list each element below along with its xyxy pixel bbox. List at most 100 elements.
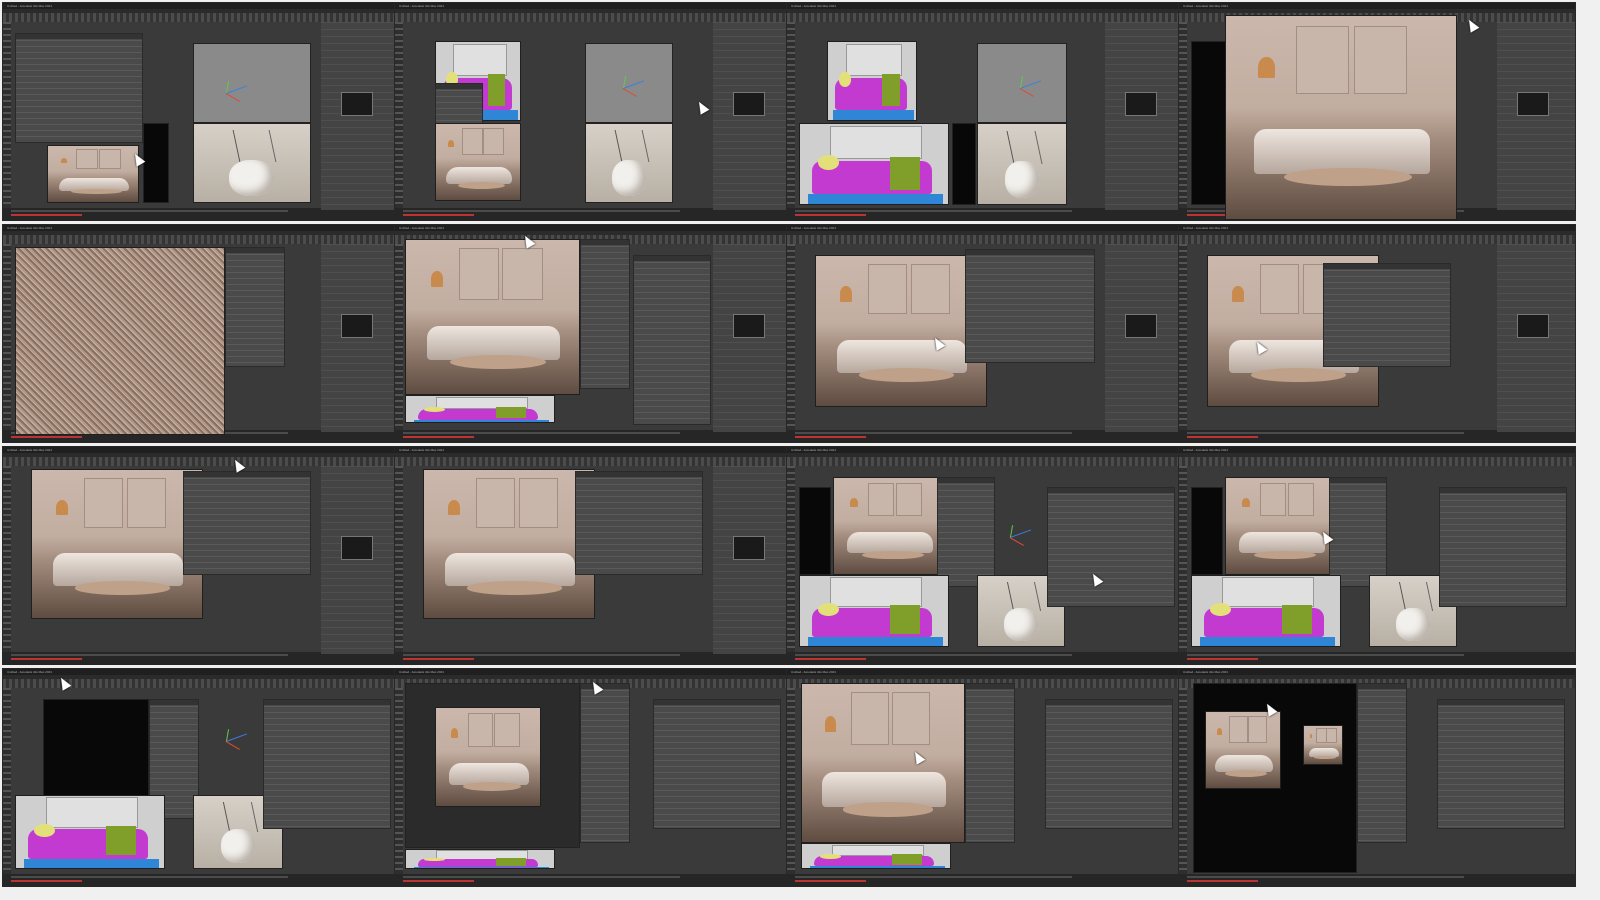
main-toolbar[interactable] bbox=[3, 457, 399, 466]
left-tool-strip[interactable] bbox=[787, 22, 795, 210]
render-log-dialog[interactable] bbox=[225, 247, 285, 367]
dialog-titlebar[interactable] bbox=[1048, 488, 1174, 493]
main-toolbar[interactable] bbox=[787, 235, 1183, 244]
dialog-titlebar[interactable] bbox=[184, 472, 310, 477]
dialog-titlebar[interactable] bbox=[264, 700, 390, 705]
dialog-titlebar[interactable] bbox=[634, 256, 710, 261]
command-panel[interactable] bbox=[321, 22, 399, 210]
material-swatch[interactable] bbox=[341, 92, 373, 116]
command-panel[interactable] bbox=[1497, 22, 1575, 210]
left-tool-strip[interactable] bbox=[3, 244, 11, 432]
timeline-slider[interactable] bbox=[403, 876, 681, 878]
left-viewport[interactable] bbox=[799, 487, 831, 575]
command-panel[interactable] bbox=[321, 466, 399, 654]
left-tool-strip[interactable] bbox=[395, 22, 403, 210]
render-setup-dialog[interactable] bbox=[1437, 699, 1565, 829]
left-tool-strip[interactable] bbox=[395, 244, 403, 432]
left-tool-strip[interactable] bbox=[3, 688, 11, 876]
command-panel[interactable] bbox=[1105, 22, 1183, 210]
dialog-titlebar[interactable] bbox=[1324, 264, 1450, 269]
left-viewport[interactable] bbox=[952, 123, 976, 205]
render-info-panel[interactable] bbox=[580, 239, 630, 389]
dialog-titlebar[interactable] bbox=[576, 472, 702, 477]
main-toolbar[interactable] bbox=[3, 235, 399, 244]
dialog-titlebar[interactable] bbox=[1438, 700, 1564, 705]
object-id-mask-viewport[interactable] bbox=[801, 843, 951, 869]
dialog-titlebar[interactable] bbox=[966, 250, 1094, 255]
render-setup-dialog[interactable] bbox=[575, 471, 703, 575]
left-tool-strip[interactable] bbox=[787, 244, 795, 432]
window-controls-icon[interactable] bbox=[1558, 448, 1572, 461]
left-tool-strip[interactable] bbox=[3, 466, 11, 654]
command-panel[interactable] bbox=[1105, 244, 1183, 432]
left-viewport[interactable] bbox=[1191, 41, 1227, 205]
dialog-titlebar[interactable] bbox=[966, 684, 1014, 689]
render-setup-dialog[interactable] bbox=[183, 471, 311, 575]
material-swatch[interactable] bbox=[1517, 314, 1549, 338]
command-panel[interactable] bbox=[713, 466, 791, 654]
timeline-slider[interactable] bbox=[11, 654, 289, 656]
dialog-titlebar[interactable] bbox=[1330, 478, 1386, 483]
left-tool-strip[interactable] bbox=[1179, 466, 1187, 654]
render-setup-dialog[interactable] bbox=[1047, 487, 1175, 607]
command-panel[interactable] bbox=[713, 22, 791, 210]
left-tool-strip[interactable] bbox=[787, 466, 795, 654]
command-panel[interactable] bbox=[713, 244, 791, 432]
main-toolbar[interactable] bbox=[787, 457, 1183, 466]
object-id-mask-viewport[interactable] bbox=[799, 575, 949, 647]
material-swatch[interactable] bbox=[733, 92, 765, 116]
dialog-titlebar[interactable] bbox=[150, 700, 198, 705]
material-swatch[interactable] bbox=[733, 536, 765, 560]
main-toolbar[interactable] bbox=[1179, 235, 1575, 244]
dialog-titlebar[interactable] bbox=[436, 84, 482, 89]
vase-camera-viewport[interactable] bbox=[193, 123, 311, 203]
dialog-titlebar[interactable] bbox=[1358, 684, 1406, 689]
vase-camera-viewport[interactable] bbox=[977, 123, 1067, 205]
dialog-titlebar[interactable] bbox=[654, 700, 780, 705]
left-tool-strip[interactable] bbox=[1179, 688, 1187, 876]
render-info-panel[interactable] bbox=[1357, 683, 1407, 843]
render-setup-dialog[interactable] bbox=[965, 249, 1095, 363]
timeline-slider[interactable] bbox=[1187, 876, 1465, 878]
timeline-slider[interactable] bbox=[1187, 432, 1465, 434]
dialog-titlebar[interactable] bbox=[938, 478, 994, 483]
timeline-slider[interactable] bbox=[795, 654, 1073, 656]
timeline-slider[interactable] bbox=[1187, 654, 1465, 656]
timeline-slider[interactable] bbox=[403, 654, 681, 656]
render-setup-dialog[interactable] bbox=[1045, 699, 1173, 829]
dialog-titlebar[interactable] bbox=[226, 248, 284, 253]
timeline-slider[interactable] bbox=[403, 432, 681, 434]
left-viewport[interactable] bbox=[143, 123, 169, 203]
dialog-titlebar[interactable] bbox=[1046, 700, 1172, 705]
object-id-mask-viewport[interactable] bbox=[405, 849, 555, 869]
render-frame-panel[interactable] bbox=[937, 477, 995, 587]
dialog-titlebar[interactable] bbox=[1440, 488, 1566, 493]
main-toolbar[interactable] bbox=[395, 457, 791, 466]
render-frame-panel[interactable] bbox=[1329, 477, 1387, 587]
material-swatch[interactable] bbox=[1125, 314, 1157, 338]
command-panel[interactable] bbox=[321, 244, 399, 432]
render-setup-dialog[interactable] bbox=[15, 33, 143, 143]
dialog-titlebar[interactable] bbox=[581, 240, 629, 245]
render-info-panel[interactable] bbox=[580, 683, 630, 843]
timeline-slider[interactable] bbox=[795, 876, 1073, 878]
left-tool-strip[interactable] bbox=[3, 22, 11, 210]
window-controls-icon[interactable] bbox=[1558, 226, 1572, 239]
timeline-slider[interactable] bbox=[795, 432, 1073, 434]
render-info-panel[interactable] bbox=[965, 683, 1015, 843]
material-swatch[interactable] bbox=[341, 314, 373, 338]
timeline-slider[interactable] bbox=[403, 210, 681, 212]
timeline-slider[interactable] bbox=[11, 876, 289, 878]
render-setup-dialog[interactable] bbox=[263, 699, 391, 829]
material-swatch[interactable] bbox=[1517, 92, 1549, 116]
object-id-mask-viewport[interactable] bbox=[827, 41, 917, 121]
window-controls-icon[interactable] bbox=[1558, 4, 1572, 17]
timeline-slider[interactable] bbox=[795, 210, 1073, 212]
render-setup-dialog[interactable] bbox=[653, 699, 781, 829]
vase-camera-viewport[interactable] bbox=[585, 123, 673, 203]
object-id-mask-viewport[interactable] bbox=[405, 395, 555, 423]
main-toolbar[interactable] bbox=[1179, 457, 1575, 466]
window-controls-icon[interactable] bbox=[1558, 670, 1572, 683]
timeline-slider[interactable] bbox=[11, 210, 289, 212]
left-tool-strip[interactable] bbox=[787, 688, 795, 876]
